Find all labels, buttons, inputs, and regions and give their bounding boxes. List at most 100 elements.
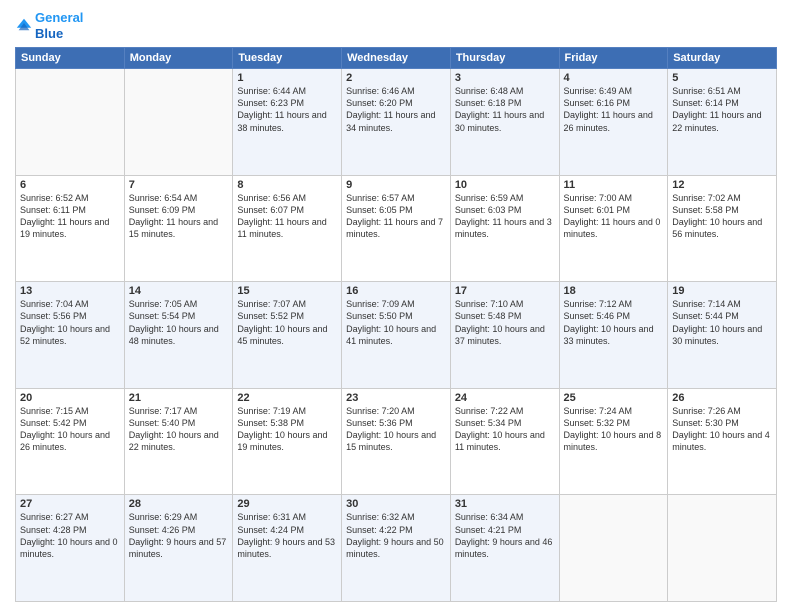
logo: General Blue <box>15 10 83 41</box>
calendar-cell: 28Sunrise: 6:29 AM Sunset: 4:26 PM Dayli… <box>124 495 233 602</box>
day-number: 29 <box>237 498 337 510</box>
col-header-tuesday: Tuesday <box>233 48 342 69</box>
calendar-cell: 6Sunrise: 6:52 AM Sunset: 6:11 PM Daylig… <box>16 175 125 282</box>
calendar-cell: 12Sunrise: 7:02 AM Sunset: 5:58 PM Dayli… <box>668 175 777 282</box>
cell-text: Sunrise: 7:19 AM Sunset: 5:38 PM Dayligh… <box>237 405 337 454</box>
page: General Blue SundayMondayTuesdayWednesda… <box>0 0 792 612</box>
calendar-cell: 20Sunrise: 7:15 AM Sunset: 5:42 PM Dayli… <box>16 388 125 495</box>
calendar-cell <box>559 495 668 602</box>
col-header-friday: Friday <box>559 48 668 69</box>
cell-text: Sunrise: 6:51 AM Sunset: 6:14 PM Dayligh… <box>672 85 772 134</box>
calendar-cell <box>668 495 777 602</box>
calendar-cell: 14Sunrise: 7:05 AM Sunset: 5:54 PM Dayli… <box>124 282 233 389</box>
day-number: 27 <box>20 498 120 510</box>
day-number: 12 <box>672 179 772 191</box>
calendar-cell: 11Sunrise: 7:00 AM Sunset: 6:01 PM Dayli… <box>559 175 668 282</box>
cell-text: Sunrise: 7:20 AM Sunset: 5:36 PM Dayligh… <box>346 405 446 454</box>
day-number: 25 <box>564 392 664 404</box>
calendar-cell: 21Sunrise: 7:17 AM Sunset: 5:40 PM Dayli… <box>124 388 233 495</box>
cell-text: Sunrise: 7:00 AM Sunset: 6:01 PM Dayligh… <box>564 192 664 241</box>
calendar-cell: 10Sunrise: 6:59 AM Sunset: 6:03 PM Dayli… <box>450 175 559 282</box>
calendar-cell: 24Sunrise: 7:22 AM Sunset: 5:34 PM Dayli… <box>450 388 559 495</box>
calendar-cell: 7Sunrise: 6:54 AM Sunset: 6:09 PM Daylig… <box>124 175 233 282</box>
cell-text: Sunrise: 7:05 AM Sunset: 5:54 PM Dayligh… <box>129 298 229 347</box>
cell-text: Sunrise: 6:46 AM Sunset: 6:20 PM Dayligh… <box>346 85 446 134</box>
cell-text: Sunrise: 6:44 AM Sunset: 6:23 PM Dayligh… <box>237 85 337 134</box>
cell-text: Sunrise: 7:17 AM Sunset: 5:40 PM Dayligh… <box>129 405 229 454</box>
day-number: 11 <box>564 179 664 191</box>
day-number: 7 <box>129 179 229 191</box>
day-number: 26 <box>672 392 772 404</box>
calendar-cell: 22Sunrise: 7:19 AM Sunset: 5:38 PM Dayli… <box>233 388 342 495</box>
cell-text: Sunrise: 7:22 AM Sunset: 5:34 PM Dayligh… <box>455 405 555 454</box>
cell-text: Sunrise: 6:57 AM Sunset: 6:05 PM Dayligh… <box>346 192 446 241</box>
cell-text: Sunrise: 6:31 AM Sunset: 4:24 PM Dayligh… <box>237 511 337 560</box>
calendar-cell: 25Sunrise: 7:24 AM Sunset: 5:32 PM Dayli… <box>559 388 668 495</box>
cell-text: Sunrise: 7:26 AM Sunset: 5:30 PM Dayligh… <box>672 405 772 454</box>
col-header-thursday: Thursday <box>450 48 559 69</box>
calendar-header-row: SundayMondayTuesdayWednesdayThursdayFrid… <box>16 48 777 69</box>
day-number: 19 <box>672 285 772 297</box>
calendar-cell: 8Sunrise: 6:56 AM Sunset: 6:07 PM Daylig… <box>233 175 342 282</box>
calendar-cell <box>124 69 233 176</box>
day-number: 6 <box>20 179 120 191</box>
cell-text: Sunrise: 6:29 AM Sunset: 4:26 PM Dayligh… <box>129 511 229 560</box>
calendar-cell: 3Sunrise: 6:48 AM Sunset: 6:18 PM Daylig… <box>450 69 559 176</box>
cell-text: Sunrise: 7:04 AM Sunset: 5:56 PM Dayligh… <box>20 298 120 347</box>
col-header-monday: Monday <box>124 48 233 69</box>
col-header-wednesday: Wednesday <box>342 48 451 69</box>
cell-text: Sunrise: 7:24 AM Sunset: 5:32 PM Dayligh… <box>564 405 664 454</box>
cell-text: Sunrise: 6:56 AM Sunset: 6:07 PM Dayligh… <box>237 192 337 241</box>
cell-text: Sunrise: 6:48 AM Sunset: 6:18 PM Dayligh… <box>455 85 555 134</box>
calendar-cell: 29Sunrise: 6:31 AM Sunset: 4:24 PM Dayli… <box>233 495 342 602</box>
calendar-cell: 4Sunrise: 6:49 AM Sunset: 6:16 PM Daylig… <box>559 69 668 176</box>
cell-text: Sunrise: 7:14 AM Sunset: 5:44 PM Dayligh… <box>672 298 772 347</box>
cell-text: Sunrise: 7:07 AM Sunset: 5:52 PM Dayligh… <box>237 298 337 347</box>
day-number: 21 <box>129 392 229 404</box>
calendar-cell: 2Sunrise: 6:46 AM Sunset: 6:20 PM Daylig… <box>342 69 451 176</box>
logo-icon <box>15 17 33 35</box>
calendar-cell: 26Sunrise: 7:26 AM Sunset: 5:30 PM Dayli… <box>668 388 777 495</box>
calendar-week-row: 1Sunrise: 6:44 AM Sunset: 6:23 PM Daylig… <box>16 69 777 176</box>
day-number: 13 <box>20 285 120 297</box>
day-number: 5 <box>672 72 772 84</box>
cell-text: Sunrise: 7:15 AM Sunset: 5:42 PM Dayligh… <box>20 405 120 454</box>
cell-text: Sunrise: 6:34 AM Sunset: 4:21 PM Dayligh… <box>455 511 555 560</box>
day-number: 10 <box>455 179 555 191</box>
calendar-cell: 16Sunrise: 7:09 AM Sunset: 5:50 PM Dayli… <box>342 282 451 389</box>
day-number: 2 <box>346 72 446 84</box>
cell-text: Sunrise: 7:09 AM Sunset: 5:50 PM Dayligh… <box>346 298 446 347</box>
header: General Blue <box>15 10 777 41</box>
calendar-cell <box>16 69 125 176</box>
calendar-week-row: 27Sunrise: 6:27 AM Sunset: 4:28 PM Dayli… <box>16 495 777 602</box>
day-number: 16 <box>346 285 446 297</box>
cell-text: Sunrise: 7:02 AM Sunset: 5:58 PM Dayligh… <box>672 192 772 241</box>
cell-text: Sunrise: 6:54 AM Sunset: 6:09 PM Dayligh… <box>129 192 229 241</box>
cell-text: Sunrise: 7:10 AM Sunset: 5:48 PM Dayligh… <box>455 298 555 347</box>
day-number: 1 <box>237 72 337 84</box>
cell-text: Sunrise: 7:12 AM Sunset: 5:46 PM Dayligh… <box>564 298 664 347</box>
calendar-week-row: 13Sunrise: 7:04 AM Sunset: 5:56 PM Dayli… <box>16 282 777 389</box>
day-number: 22 <box>237 392 337 404</box>
day-number: 4 <box>564 72 664 84</box>
day-number: 18 <box>564 285 664 297</box>
calendar-cell: 30Sunrise: 6:32 AM Sunset: 4:22 PM Dayli… <box>342 495 451 602</box>
calendar-cell: 19Sunrise: 7:14 AM Sunset: 5:44 PM Dayli… <box>668 282 777 389</box>
day-number: 17 <box>455 285 555 297</box>
calendar-cell: 15Sunrise: 7:07 AM Sunset: 5:52 PM Dayli… <box>233 282 342 389</box>
col-header-sunday: Sunday <box>16 48 125 69</box>
day-number: 24 <box>455 392 555 404</box>
day-number: 31 <box>455 498 555 510</box>
calendar-week-row: 20Sunrise: 7:15 AM Sunset: 5:42 PM Dayli… <box>16 388 777 495</box>
cell-text: Sunrise: 6:52 AM Sunset: 6:11 PM Dayligh… <box>20 192 120 241</box>
calendar-cell: 27Sunrise: 6:27 AM Sunset: 4:28 PM Dayli… <box>16 495 125 602</box>
calendar-cell: 31Sunrise: 6:34 AM Sunset: 4:21 PM Dayli… <box>450 495 559 602</box>
day-number: 15 <box>237 285 337 297</box>
cell-text: Sunrise: 6:32 AM Sunset: 4:22 PM Dayligh… <box>346 511 446 560</box>
day-number: 8 <box>237 179 337 191</box>
day-number: 9 <box>346 179 446 191</box>
day-number: 23 <box>346 392 446 404</box>
cell-text: Sunrise: 6:49 AM Sunset: 6:16 PM Dayligh… <box>564 85 664 134</box>
calendar-cell: 17Sunrise: 7:10 AM Sunset: 5:48 PM Dayli… <box>450 282 559 389</box>
col-header-saturday: Saturday <box>668 48 777 69</box>
